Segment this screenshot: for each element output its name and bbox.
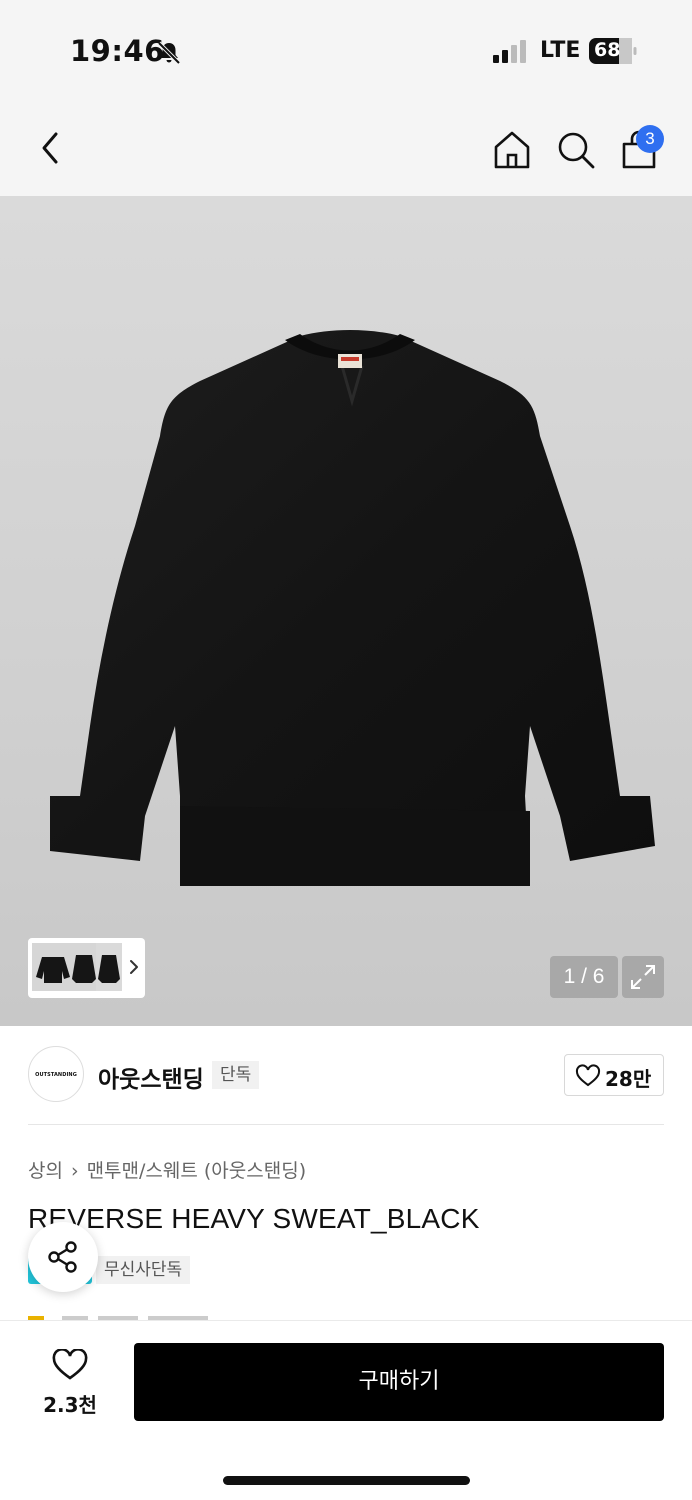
thumbnail-image[interactable] bbox=[70, 943, 98, 991]
top-nav-bar bbox=[0, 100, 692, 196]
status-bar: 19:46 LTE 68 bbox=[0, 0, 692, 100]
home-icon[interactable] bbox=[490, 128, 534, 172]
thumbnail-strip[interactable] bbox=[28, 938, 145, 998]
share-icon bbox=[48, 1241, 77, 1273]
bell-off-icon bbox=[157, 41, 181, 65]
battery-icon: 68 bbox=[589, 38, 637, 64]
thumbnail-image[interactable] bbox=[32, 943, 74, 991]
brand-like-count: 28만 bbox=[605, 1067, 652, 1091]
exclusive-badge: 단독 bbox=[212, 1061, 260, 1089]
status-time: 19:46 bbox=[70, 34, 165, 68]
wishlist-count: 2.3천 bbox=[43, 1393, 97, 1417]
breadcrumb: 상의 › 맨투맨/스웨트 (아웃스탠딩) bbox=[28, 1156, 306, 1183]
search-icon[interactable] bbox=[554, 128, 598, 172]
network-type: LTE bbox=[540, 38, 581, 63]
expand-button[interactable] bbox=[622, 956, 664, 998]
brand-logo[interactable]: OUTSTANDING bbox=[28, 1046, 84, 1102]
share-button[interactable] bbox=[28, 1222, 98, 1292]
chevron-right-icon: › bbox=[70, 1160, 79, 1182]
cart-count-badge: 3 bbox=[636, 125, 664, 153]
product-image-gallery[interactable]: 1 / 6 bbox=[0, 196, 692, 1026]
wishlist-button[interactable]: 2.3천 bbox=[30, 1345, 110, 1425]
buy-button[interactable]: 구매하기 bbox=[134, 1343, 664, 1421]
heart-icon bbox=[575, 1064, 601, 1087]
expand-icon bbox=[631, 965, 655, 989]
battery-level: 68 bbox=[594, 39, 621, 61]
divider bbox=[28, 1124, 664, 1125]
back-icon[interactable] bbox=[30, 126, 70, 170]
chevron-right-icon[interactable] bbox=[124, 954, 144, 980]
product-title: REVERSE HEAVY SWEAT_BLACK bbox=[28, 1203, 480, 1234]
thumbnail-image[interactable] bbox=[96, 943, 122, 991]
image-page-counter: 1 / 6 bbox=[550, 956, 618, 998]
heart-icon bbox=[52, 1349, 88, 1380]
home-indicator bbox=[223, 1476, 470, 1485]
brand-name[interactable]: 아웃스탠딩 bbox=[98, 1060, 204, 1094]
breadcrumb-item[interactable]: 맨투맨/스웨트 (아웃스탠딩) bbox=[87, 1160, 307, 1182]
musinsa-exclusive-badge: 무신사단독 bbox=[96, 1256, 191, 1284]
product-photo bbox=[50, 330, 655, 886]
bottom-action-bar: 2.3천 구매하기 bbox=[0, 1320, 692, 1500]
signal-icon bbox=[493, 40, 526, 63]
brand-like-button[interactable]: 28만 bbox=[564, 1054, 664, 1096]
breadcrumb-item[interactable]: 상의 bbox=[28, 1160, 63, 1182]
